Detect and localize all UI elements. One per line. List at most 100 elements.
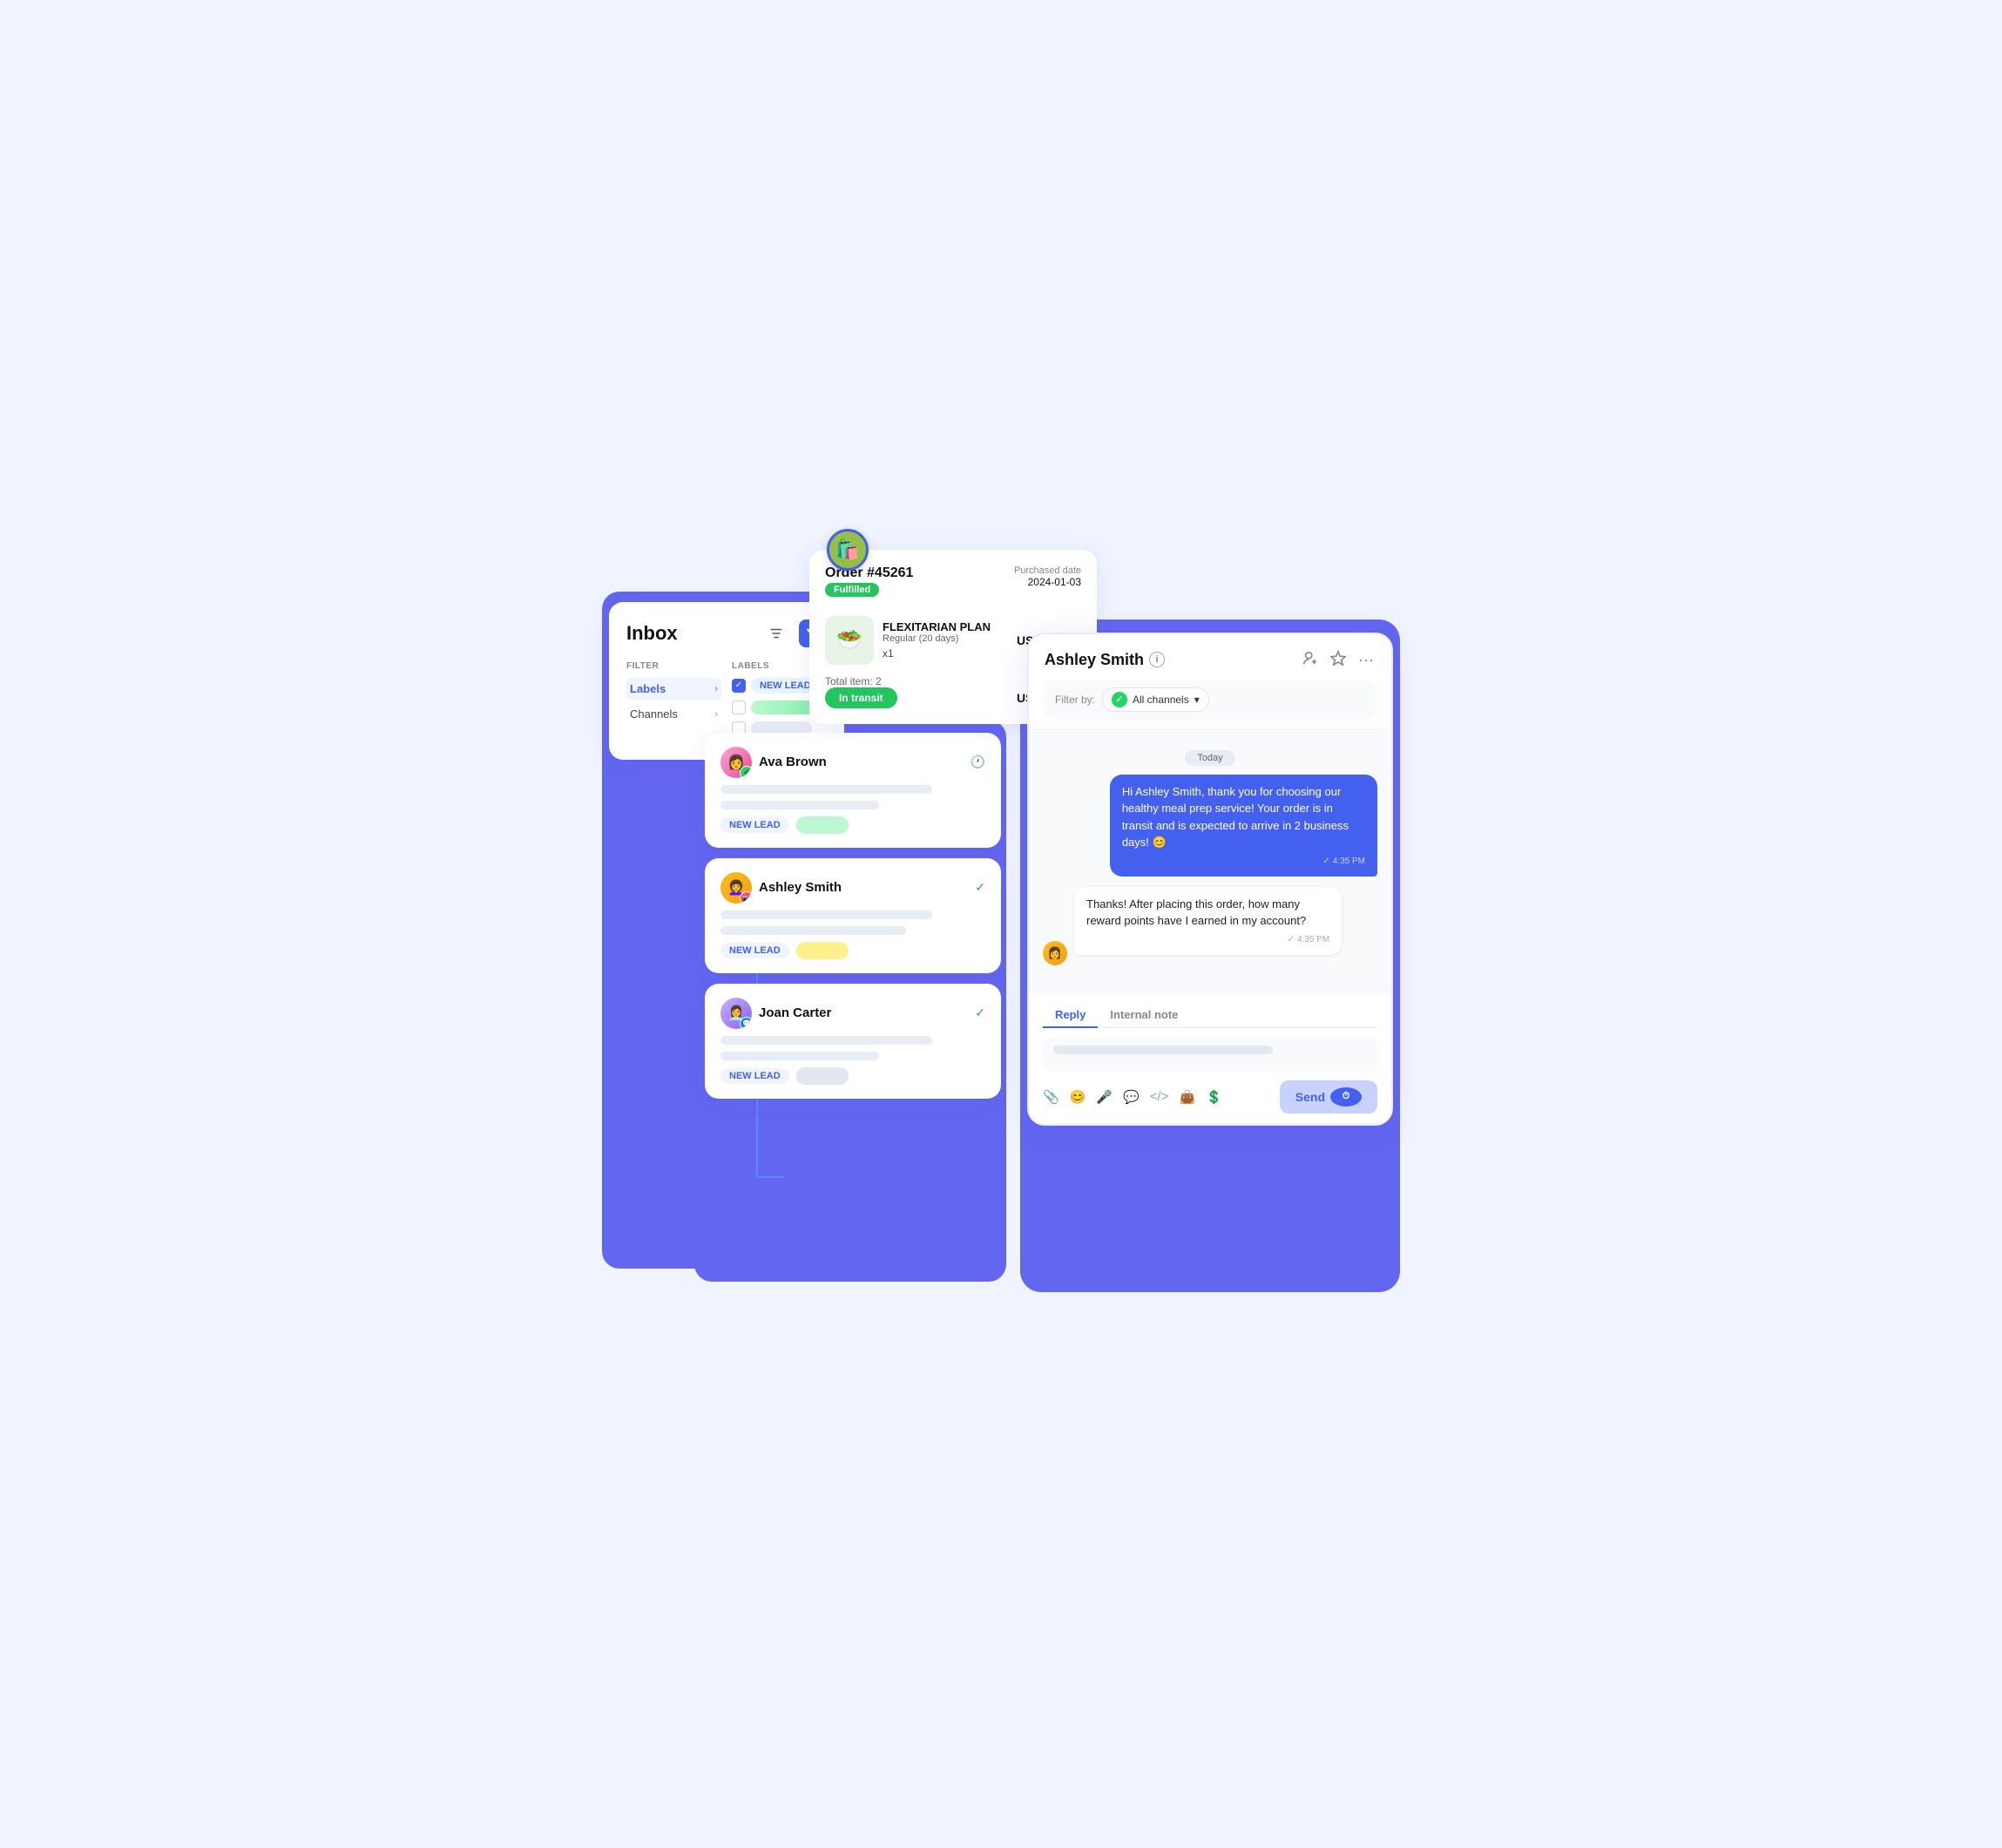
chat-contact-name: Ashley Smith i [1045,651,1165,669]
chat-actions: ··· [1301,648,1376,672]
ava-clock-icon: 🕐 [971,755,985,769]
chat-messages: Today Hi Ashley Smith, thank you for cho… [1029,730,1391,992]
product-sub: Regular (20 days) [883,633,1008,644]
contact-card-joan[interactable]: 👩‍💼 💬 Joan Carter ✓ NEW LEAD [705,984,1001,1099]
ellipsis-icon: ··· [1358,651,1374,668]
send-button[interactable]: Send ⏱ [1280,1080,1377,1114]
purchased-date: 2024-01-03 [1014,576,1081,588]
add-contact-button[interactable] [1301,648,1320,672]
filter-section: FILTER Labels › Channels › LABELS ✓ NEW … [626,661,827,742]
new-lead-checkbox[interactable]: ✓ [732,679,746,693]
bag-icon[interactable]: 👜 [1179,1089,1195,1105]
star-button[interactable] [1329,648,1348,672]
ashley-channel-badge: 📷 [740,891,752,904]
channel-filter-bar: Filter by: ✓ All channels ▾ [1045,680,1376,719]
internal-note-tab[interactable]: Internal note [1098,1003,1190,1028]
ava-channel-badge: ✓ [740,766,752,778]
joan-gray-tag [796,1067,849,1085]
dollar-icon[interactable]: 💲 [1206,1089,1222,1105]
ashley-yellow-tag [796,942,849,959]
inbox-title: Inbox [626,622,678,645]
joan-text-2 [720,1052,879,1060]
ava-tags: NEW LEAD [720,816,985,834]
ava-avatar: 👩 ✓ [720,747,752,778]
ava-header: 👩 ✓ Ava Brown 🕐 [720,747,985,778]
send-schedule-icon[interactable]: ⏱ [1330,1087,1362,1107]
product-qty: x1 [883,647,1008,660]
reply-input-area[interactable] [1043,1037,1377,1072]
whatsapp-filter-icon: ✓ [1112,692,1127,707]
order-header: Order #45261 Fulfilled Purchased date 20… [825,565,1081,607]
ashley-tags: NEW LEAD [720,942,985,959]
ava-name-row: 👩 ✓ Ava Brown [720,747,827,778]
joan-channel-badge: 💬 [740,1017,752,1029]
product-image: 🥗 [825,616,874,665]
incoming-message: Thanks! After placing this order, how ma… [1074,887,1342,955]
ava-text-2 [720,801,879,809]
incoming-message-text: Thanks! After placing this order, how ma… [1086,897,1306,928]
channels-chevron: › [715,709,718,719]
chat-panel: Ashley Smith i [1027,633,1393,1126]
joan-avatar: 👩‍💼 💬 [720,998,752,1029]
date-divider: Today [1043,749,1377,766]
ashley-text-2 [720,926,906,935]
filter-label: FILTER [626,661,721,671]
ashley-name-row: 👩‍🦱 📷 Ashley Smith [720,872,842,904]
reply-bar: Reply Internal note 📎 😊 🎤 💬 </> 👜 💲 Send [1029,992,1391,1124]
incoming-row: 👩 Thanks! After placing this order, how … [1043,887,1377,965]
mic-icon[interactable]: 🎤 [1096,1089,1113,1105]
labels-filter-item[interactable]: Labels › [626,678,721,700]
contact-card-ava[interactable]: 👩 ✓ Ava Brown 🕐 NEW LEAD [705,733,1001,848]
labels-filter-label: Labels [630,682,666,695]
incoming-message-time: ✓ 4:35 PM [1086,933,1329,946]
ashley-new-lead: NEW LEAD [720,943,789,958]
ava-new-lead: NEW LEAD [720,817,789,833]
product-name: FLEXITARIAN PLAN [883,620,1008,633]
fulfilled-badge: Fulfilled [825,583,879,597]
ashley-header: 👩‍🦱 📷 Ashley Smith ✓ [720,872,985,904]
date-pill: Today [1185,750,1234,766]
joan-check-icon: ✓ [975,1005,985,1020]
code-icon[interactable]: </> [1150,1089,1169,1104]
all-channels-button[interactable]: ✓ All channels ▾ [1102,687,1209,712]
emoji-icon[interactable]: 😊 [1070,1089,1086,1105]
transit-badge: In transit [825,687,897,708]
channels-filter-item[interactable]: Channels › [626,703,721,725]
joan-tags: NEW LEAD [720,1067,985,1085]
filter-by-label: Filter by: [1055,694,1095,706]
more-options-button[interactable]: ··· [1356,649,1376,671]
reply-tab[interactable]: Reply [1043,1003,1098,1028]
chat-name-text: Ashley Smith [1045,651,1144,669]
send-label: Send [1295,1090,1325,1104]
ashley-name: Ashley Smith [759,880,842,895]
joan-new-lead: NEW LEAD [720,1068,789,1084]
ashley-check-icon: ✓ [975,880,985,895]
outgoing-time-value: 4:35 PM [1333,855,1365,868]
reply-tabs: Reply Internal note [1043,1003,1377,1028]
info-icon[interactable]: i [1149,652,1165,667]
contact-cards: 👩 ✓ Ava Brown 🕐 NEW LEAD 👩‍🦱 [705,733,1001,1099]
contact-card-ashley[interactable]: 👩‍🦱 📷 Ashley Smith ✓ NEW LEAD [705,858,1001,973]
outgoing-message-text: Hi Ashley Smith, thank you for choosing … [1122,785,1349,850]
all-channels-label: All channels [1133,694,1189,706]
joan-header: 👩‍💼 💬 Joan Carter ✓ [720,998,985,1029]
chat-icon[interactable]: 💬 [1123,1089,1140,1105]
ashley-avatar: 👩‍🦱 📷 [720,872,752,904]
sort-button[interactable] [762,619,790,647]
ava-text-1 [720,785,932,794]
inbox-header: Inbox [626,619,827,647]
ava-green-tag [796,816,849,834]
attachment-icon[interactable]: 📎 [1043,1089,1059,1105]
ava-name: Ava Brown [759,755,827,769]
filter-col: FILTER Labels › Channels › [626,661,721,742]
labels-chevron: › [715,684,718,694]
green-label-checkbox[interactable] [732,701,746,714]
outgoing-message: Hi Ashley Smith, thank you for choosing … [1110,775,1377,877]
reply-toolbar: 📎 😊 🎤 💬 </> 👜 💲 Send ⏱ [1043,1080,1377,1114]
channels-filter-label: Channels [630,707,678,721]
incoming-avatar: 👩 [1043,941,1067,965]
joan-name-row: 👩‍💼 💬 Joan Carter [720,998,831,1029]
product-details: FLEXITARIAN PLAN Regular (20 days) x1 [883,620,1008,660]
shopify-icon: 🛍️ [827,529,869,571]
joan-name: Joan Carter [759,1005,831,1020]
